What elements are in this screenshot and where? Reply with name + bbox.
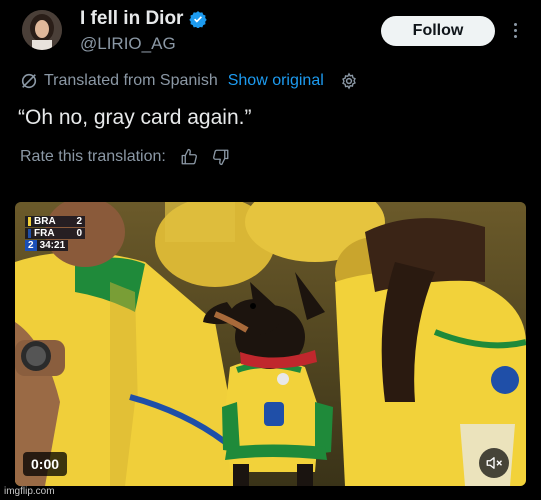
show-original-link[interactable]: Show original [228, 72, 324, 90]
scoreboard-team2: FRA 0 [25, 228, 85, 239]
video-frame: BRASIL [15, 202, 526, 486]
gear-icon[interactable] [340, 72, 358, 90]
author-name[interactable]: I fell in Dior [80, 8, 183, 30]
team2-name: FRA [34, 228, 55, 239]
verified-badge-icon [189, 11, 208, 28]
jersey-text: BRASIL [273, 449, 300, 456]
team1-name: BRA [34, 216, 56, 227]
rate-translation: Rate this translation: [20, 148, 230, 166]
speaker-muted-icon [486, 457, 502, 469]
scoreboard: BRA 2 FRA 0 2 34:21 [25, 216, 85, 251]
thumbs-down-icon[interactable] [212, 148, 230, 166]
match-clock: 34:21 [36, 240, 69, 251]
avatar[interactable] [22, 10, 62, 50]
scoreboard-team1: BRA 2 [25, 216, 85, 227]
video-duration: 0:00 [23, 452, 68, 476]
author-handle[interactable]: @LIRIO_AG [80, 34, 176, 54]
profile-photo-icon [22, 10, 62, 50]
more-options-icon[interactable] [509, 20, 521, 42]
watermark: imgflip.com [4, 486, 55, 497]
match-period: 2 [25, 240, 37, 251]
follow-button[interactable]: Follow [381, 16, 495, 46]
tweet-header: I fell in Dior @LIRIO_AG Follow [0, 0, 541, 66]
video-player[interactable]: BRASIL [15, 202, 526, 486]
translation-bar: Translated from Spanish Show original [20, 72, 358, 90]
tweet-text: “Oh no, gray card again.” [18, 106, 252, 129]
translate-icon [21, 73, 37, 89]
team2-score: 0 [76, 228, 82, 239]
mute-button[interactable] [479, 448, 509, 478]
rate-label: Rate this translation: [20, 148, 166, 165]
translated-label: Translated from Spanish [44, 72, 218, 89]
team1-score: 2 [76, 216, 82, 227]
thumbs-up-icon[interactable] [180, 148, 198, 166]
